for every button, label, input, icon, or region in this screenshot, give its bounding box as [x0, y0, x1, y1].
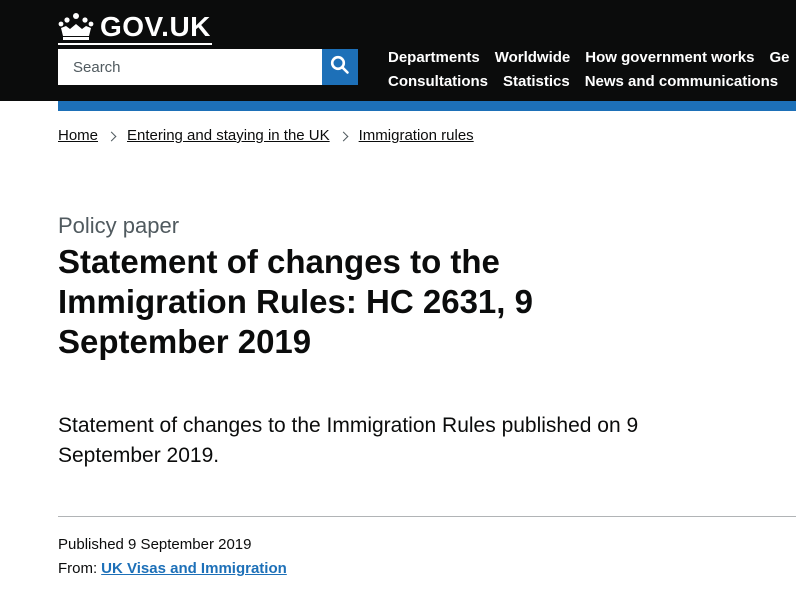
- from-label: From:: [58, 560, 98, 577]
- site-header: GOV.UK Departments Worldwide How governmen…: [0, 0, 796, 101]
- crown-icon: [58, 12, 94, 42]
- breadcrumb-entering-and-staying[interactable]: Entering and staying in the UK: [127, 127, 330, 145]
- chevron-right-icon: [106, 131, 117, 141]
- breadcrumb-home[interactable]: Home: [58, 127, 98, 145]
- page-title: Statement of changes to the Immigration …: [58, 243, 533, 360]
- document-type-caption: Policy paper: [58, 213, 180, 238]
- search-icon: [330, 55, 350, 80]
- nav-row-1: Departments Worldwide How government works…: [388, 46, 796, 70]
- nav-item-get-involved[interactable]: Ge: [769, 46, 789, 70]
- from-organisation-link[interactable]: UK Visas and Immigration: [101, 560, 287, 577]
- from-line: From: UK Visas and Immigration: [58, 557, 287, 581]
- nav-item-consultations[interactable]: Consultations: [388, 70, 488, 94]
- nav-item-statistics[interactable]: Statistics: [503, 70, 570, 94]
- metadata-divider: [58, 516, 796, 517]
- header-blue-bar: [58, 101, 796, 111]
- lead-paragraph: Statement of changes to the Immigration …: [58, 414, 639, 467]
- top-navigation: Departments Worldwide How government works…: [388, 46, 796, 94]
- publication-metadata: Published 9 September 2019 From: UK Visas…: [58, 533, 287, 581]
- nav-row-2: Consultations Statistics News and communic…: [388, 70, 796, 94]
- nav-item-how-government-works[interactable]: How government works: [585, 46, 754, 70]
- nav-item-worldwide[interactable]: Worldwide: [495, 46, 571, 70]
- search-button[interactable]: [322, 49, 358, 85]
- govuk-logo-link[interactable]: GOV.UK: [58, 12, 211, 42]
- logo-text: GOV.UK: [100, 11, 211, 42]
- chevron-right-icon: [338, 131, 349, 141]
- breadcrumb: Home Entering and staying in the UK Immi…: [58, 127, 474, 145]
- logo-underline: [58, 43, 212, 45]
- search-input[interactable]: [58, 49, 322, 85]
- nav-item-departments[interactable]: Departments: [388, 46, 480, 70]
- breadcrumb-immigration-rules[interactable]: Immigration rules: [359, 127, 474, 145]
- nav-item-news-and-communications[interactable]: News and communications: [585, 70, 778, 94]
- published-date: Published 9 September 2019: [58, 536, 252, 553]
